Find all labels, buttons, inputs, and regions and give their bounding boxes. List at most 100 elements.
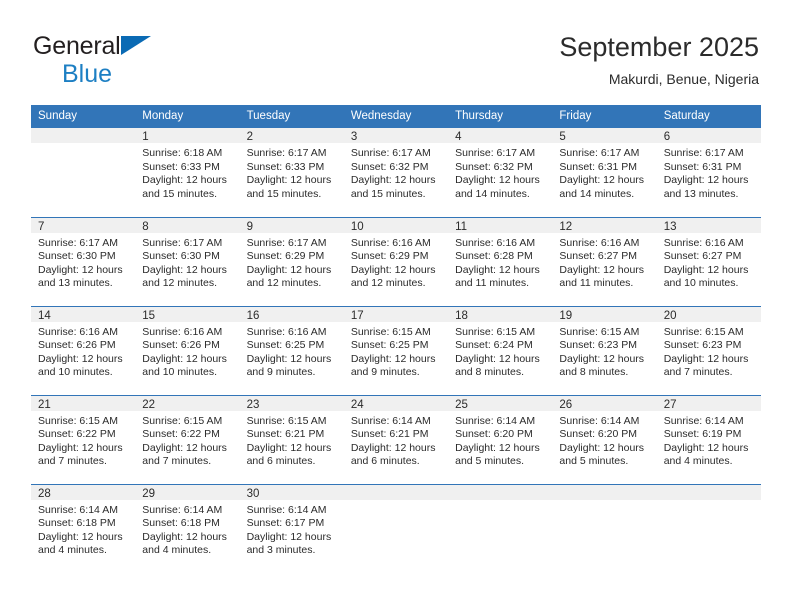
- calendar-day-cell[interactable]: 28 Sunrise: 6:14 AM Sunset: 6:18 PM Dayligh…: [31, 483, 136, 573]
- calendar-day-cell[interactable]: 29 Sunrise: 6:14 AM Sunset: 6:18 PM Dayligh…: [135, 483, 240, 573]
- calendar-day-cell[interactable]: 4 Sunrise: 6:17 AM Sunset: 6:32 PM Daylight…: [448, 128, 553, 217]
- daylight-line-2: and 4 minutes.: [142, 544, 212, 557]
- sunset-line: Sunset: 6:21 PM: [350, 428, 429, 441]
- calendar-day-cell[interactable]: 19 Sunrise: 6:15 AM Sunset: 6:23 PM Dayligh…: [552, 305, 657, 395]
- weekday-header-sunday: Sunday: [31, 105, 136, 128]
- day-details: Sunrise: 6:14 AM Sunset: 6:18 PM Daylight:…: [31, 500, 135, 558]
- sunrise-line: Sunrise: 6:15 AM: [350, 325, 431, 338]
- sunset-line: Sunset: 6:31 PM: [559, 160, 638, 173]
- calendar-day-cell[interactable]: 26 Sunrise: 6:14 AM Sunset: 6:20 PM Dayligh…: [552, 394, 657, 484]
- daylight-line-1: Daylight: 12 hours: [663, 174, 749, 187]
- calendar-day-cell[interactable]: 5 Sunrise: 6:17 AM Sunset: 6:31 PM Daylight…: [552, 128, 657, 217]
- daylight-line-2: and 15 minutes.: [246, 187, 322, 200]
- page-title: September 2025: [559, 32, 759, 62]
- daylight-line-2: and 4 minutes.: [663, 455, 733, 468]
- weekday-header-tuesday: Tuesday: [239, 105, 344, 128]
- calendar-day-cell[interactable]: 16 Sunrise: 6:16 AM Sunset: 6:25 PM Dayligh…: [239, 305, 344, 395]
- calendar-day-cell[interactable]: 18 Sunrise: 6:15 AM Sunset: 6:24 PM Dayligh…: [448, 305, 553, 395]
- calendar-day-cell[interactable]: 6 Sunrise: 6:17 AM Sunset: 6:31 PM Daylight…: [656, 128, 761, 217]
- calendar-day-cell[interactable]: 2 Sunrise: 6:17 AM Sunset: 6:33 PM Daylight…: [239, 128, 344, 217]
- calendar-day-cell[interactable]: 12 Sunrise: 6:16 AM Sunset: 6:27 PM Dayligh…: [552, 216, 657, 306]
- calendar-day-cell[interactable]: 20 Sunrise: 6:15 AM Sunset: 6:23 PM Dayligh…: [656, 305, 761, 395]
- sunset-line: Sunset: 6:21 PM: [246, 428, 325, 441]
- calendar-day-cell[interactable]: 27 Sunrise: 6:14 AM Sunset: 6:19 PM Dayligh…: [656, 394, 761, 484]
- calendar-day-cell[interactable]: 11 Sunrise: 6:16 AM Sunset: 6:28 PM Dayligh…: [448, 216, 553, 306]
- sunrise-line: Sunrise: 6:16 AM: [663, 236, 744, 249]
- daylight-line-2: and 7 minutes.: [663, 366, 733, 379]
- sunset-line: Sunset: 6:30 PM: [38, 250, 116, 263]
- sunset-line: Sunset: 6:23 PM: [663, 339, 742, 352]
- sunset-line: Sunset: 6:33 PM: [246, 160, 325, 173]
- daylight-line-2: and 12 minutes.: [246, 277, 322, 290]
- sunrise-line: Sunrise: 6:17 AM: [246, 236, 327, 249]
- calendar-day-cell[interactable]: 13 Sunrise: 6:16 AM Sunset: 6:27 PM Dayligh…: [656, 216, 761, 306]
- weekday-header-saturday: Saturday: [656, 105, 761, 128]
- day-number: 28: [31, 484, 136, 500]
- day-details: Sunrise: 6:16 AM Sunset: 6:26 PM Daylight:…: [135, 322, 239, 380]
- day-details: Sunrise: 6:14 AM Sunset: 6:17 PM Daylight:…: [240, 500, 344, 558]
- calendar-week-row: 1 Sunrise: 6:18 AM Sunset: 6:33 PM Daylight…: [31, 128, 761, 217]
- calendar-day-cell[interactable]: 14 Sunrise: 6:16 AM Sunset: 6:26 PM Dayligh…: [31, 305, 136, 395]
- sunset-line: Sunset: 6:29 PM: [350, 250, 429, 263]
- day-number: 13: [656, 217, 761, 233]
- daylight-line-1: Daylight: 12 hours: [246, 174, 332, 187]
- calendar-day-cell[interactable]: 1 Sunrise: 6:18 AM Sunset: 6:33 PM Daylight…: [135, 128, 240, 217]
- day-details: Sunrise: 6:16 AM Sunset: 6:27 PM Daylight:…: [657, 233, 761, 291]
- day-details: Sunrise: 6:15 AM Sunset: 6:22 PM Daylight:…: [31, 411, 135, 469]
- day-number: 26: [552, 395, 657, 411]
- sunrise-line: Sunrise: 6:17 AM: [246, 147, 327, 159]
- day-details: Sunrise: 6:15 AM Sunset: 6:24 PM Daylight:…: [448, 322, 552, 380]
- day-number: 20: [656, 306, 761, 322]
- daylight-line-2: and 8 minutes.: [559, 366, 629, 379]
- daylight-line-2: and 9 minutes.: [350, 366, 420, 379]
- calendar-day-cell[interactable]: 24 Sunrise: 6:14 AM Sunset: 6:21 PM Dayligh…: [343, 394, 449, 484]
- calendar-day-cell[interactable]: 21 Sunrise: 6:15 AM Sunset: 6:22 PM Dayligh…: [31, 394, 136, 484]
- calendar-day-cell[interactable]: 15 Sunrise: 6:16 AM Sunset: 6:26 PM Dayligh…: [135, 305, 240, 395]
- day-number: 7: [31, 217, 136, 233]
- calendar-day-cell[interactable]: 7 Sunrise: 6:17 AM Sunset: 6:30 PM Daylight…: [31, 216, 136, 306]
- sunrise-line: Sunrise: 6:16 AM: [559, 236, 640, 249]
- calendar-day-cell[interactable]: 9 Sunrise: 6:17 AM Sunset: 6:29 PM Daylight…: [239, 216, 344, 306]
- calendar-day-cell[interactable]: 25 Sunrise: 6:14 AM Sunset: 6:20 PM Dayligh…: [448, 394, 553, 484]
- calendar-week-row: 21 Sunrise: 6:15 AM Sunset: 6:22 PM Dayligh…: [31, 394, 761, 484]
- calendar-day-cell[interactable]: 17 Sunrise: 6:15 AM Sunset: 6:25 PM Dayligh…: [343, 305, 449, 395]
- calendar-day-cell[interactable]: 10 Sunrise: 6:16 AM Sunset: 6:29 PM Dayligh…: [343, 216, 449, 306]
- daylight-line-1: Daylight: 12 hours: [246, 263, 332, 276]
- daylight-line-1: Daylight: 12 hours: [663, 441, 749, 454]
- sunset-line: Sunset: 6:32 PM: [350, 160, 429, 173]
- daylight-line-1: Daylight: 12 hours: [350, 441, 436, 454]
- day-number: 25: [448, 395, 553, 411]
- sunrise-line: Sunrise: 6:16 AM: [38, 325, 118, 338]
- daylight-line-1: Daylight: 12 hours: [142, 441, 227, 454]
- calendar-day-cell[interactable]: 23 Sunrise: 6:15 AM Sunset: 6:21 PM Dayligh…: [239, 394, 344, 484]
- day-number: 15: [135, 306, 240, 322]
- daylight-line-1: Daylight: 12 hours: [663, 352, 749, 365]
- sunrise-line: Sunrise: 6:17 AM: [663, 147, 744, 159]
- calendar-day-cell[interactable]: 3 Sunrise: 6:17 AM Sunset: 6:32 PM Daylight…: [343, 128, 449, 217]
- general-blue-logo[interactable]: General Blue: [33, 32, 233, 88]
- calendar-day-cell[interactable]: 30 Sunrise: 6:14 AM Sunset: 6:17 PM Dayligh…: [239, 483, 344, 573]
- sunset-line: Sunset: 6:20 PM: [559, 428, 638, 441]
- sunrise-line: Sunrise: 6:14 AM: [350, 414, 431, 427]
- calendar-day-cell[interactable]: 8 Sunrise: 6:17 AM Sunset: 6:30 PM Daylight…: [135, 216, 240, 306]
- logo-text-blue: Blue: [62, 60, 113, 88]
- calendar-week-row: 7 Sunrise: 6:17 AM Sunset: 6:30 PM Daylight…: [31, 216, 761, 306]
- calendar-day-cell[interactable]: 22 Sunrise: 6:15 AM Sunset: 6:22 PM Dayligh…: [135, 394, 240, 484]
- daylight-line-1: Daylight: 12 hours: [350, 352, 436, 365]
- daylight-line-1: Daylight: 12 hours: [38, 352, 123, 365]
- calendar-week-row: 28 Sunrise: 6:14 AM Sunset: 6:18 PM Dayligh…: [31, 483, 761, 573]
- day-details: Sunrise: 6:15 AM Sunset: 6:23 PM Daylight:…: [552, 322, 656, 380]
- calendar-week-row: 14 Sunrise: 6:16 AM Sunset: 6:26 PM Dayligh…: [31, 305, 761, 395]
- sunrise-line: Sunrise: 6:15 AM: [455, 325, 536, 338]
- daylight-line-2: and 10 minutes.: [142, 366, 217, 379]
- daylight-line-2: and 7 minutes.: [142, 455, 212, 468]
- daylight-line-2: and 4 minutes.: [38, 544, 107, 557]
- weekday-header-wednesday: Wednesday: [343, 105, 449, 128]
- sunrise-line: Sunrise: 6:14 AM: [663, 414, 744, 427]
- logo-top-row: General: [33, 32, 233, 60]
- sunset-line: Sunset: 6:30 PM: [142, 250, 220, 263]
- daylight-line-2: and 6 minutes.: [246, 455, 316, 468]
- sunset-line: Sunset: 6:33 PM: [142, 160, 220, 173]
- calendar-body: 1 Sunrise: 6:18 AM Sunset: 6:33 PM Daylight…: [31, 128, 761, 573]
- daylight-line-1: Daylight: 12 hours: [350, 174, 436, 187]
